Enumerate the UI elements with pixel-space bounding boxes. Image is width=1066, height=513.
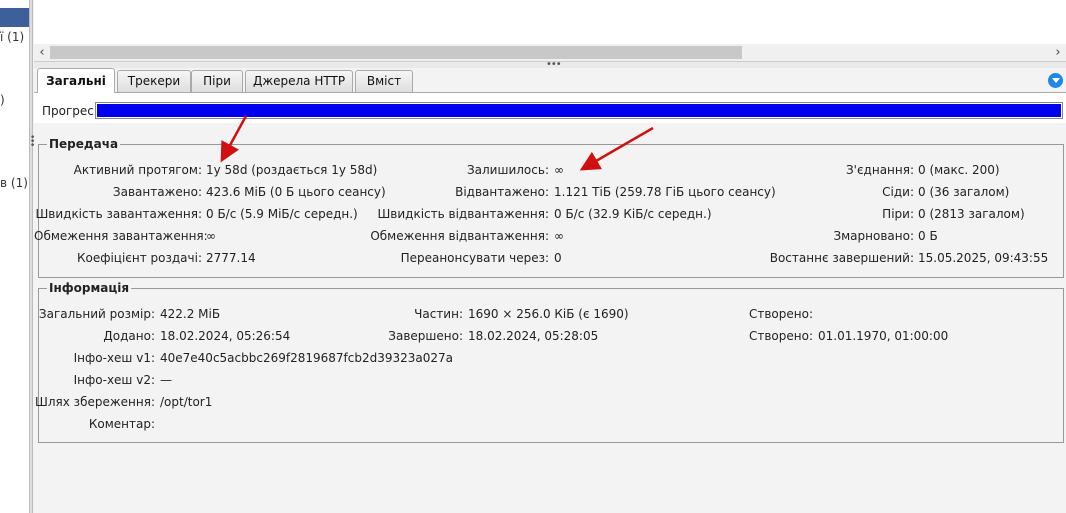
transfer-title: Передача (49, 137, 119, 151)
info-label: Інфо-хеш v1: (73, 351, 155, 365)
transfer-value: 15.05.2025, 09:43:55 (918, 251, 1049, 265)
transfer-value: 0 Б (918, 229, 938, 243)
chevron-down-icon[interactable] (1048, 73, 1063, 88)
info-value: /opt/tor1 (160, 395, 213, 409)
info-title: Інформація (49, 281, 130, 295)
tab-general[interactable]: Загальні (37, 68, 115, 93)
info-value: — (160, 373, 172, 387)
transfer-label: Змарновано: (833, 229, 914, 243)
progress-label: Прогрес: (42, 104, 98, 118)
transfer-value: 0 (36 загалом) (918, 185, 1010, 199)
transfer-label: З'єднання: (845, 163, 914, 177)
progress-bar (95, 102, 1063, 119)
filter-item-fragment[interactable]: в (1) (0, 176, 28, 190)
info-value: 40e7e40c5acbbc269f2819687fcb2d39323a027a (160, 351, 454, 365)
progress-fill (97, 104, 1061, 117)
transfer-label: Востаннє завершений: (769, 251, 914, 265)
scroll-right-icon[interactable]: › (1051, 44, 1065, 61)
vertical-splitter[interactable] (29, 0, 33, 513)
properties-tabs: Загальні Трекери Піри Джерела HTTP Вміст (34, 68, 1066, 93)
info-label: Створено: (748, 329, 813, 343)
selected-filter-item[interactable] (0, 8, 29, 27)
info-label: Шлях збереження: (35, 395, 155, 409)
horizontal-splitter[interactable]: ••• (34, 59, 1066, 70)
scrollbar-thumb[interactable] (50, 46, 742, 59)
progress-row: Прогрес: (34, 93, 1066, 123)
info-label: Створено: (748, 307, 813, 321)
main-pane: ‹ › ••• Загальні Трекери Піри Джерела HT… (34, 0, 1066, 513)
transfer-value: 0 (макс. 200) (918, 163, 1000, 177)
tab-trackers[interactable]: Трекери (117, 70, 191, 92)
info-label: Коментар: (88, 417, 155, 431)
info-label: Інфо-хеш v2: (73, 373, 155, 387)
transfer-value: 0 (2813 загалом) (918, 207, 1025, 221)
left-panel: ї (1) ) в (1) (0, 0, 29, 513)
filter-item-fragment[interactable]: ї (1) (0, 30, 24, 44)
tab-peers[interactable]: Піри (191, 70, 243, 92)
transfer-label: Сіди: (882, 185, 914, 199)
tab-content[interactable]: Вміст (355, 70, 413, 92)
torrent-list[interactable] (34, 0, 1066, 44)
info-value: 01.01.1970, 01:00:00 (818, 329, 949, 343)
tab-http-sources[interactable]: Джерела HTTP (245, 70, 353, 92)
transfer-label: Піри: (882, 207, 914, 221)
filter-item-fragment[interactable]: ) (0, 93, 5, 107)
scroll-left-icon[interactable]: ‹ (35, 44, 49, 61)
